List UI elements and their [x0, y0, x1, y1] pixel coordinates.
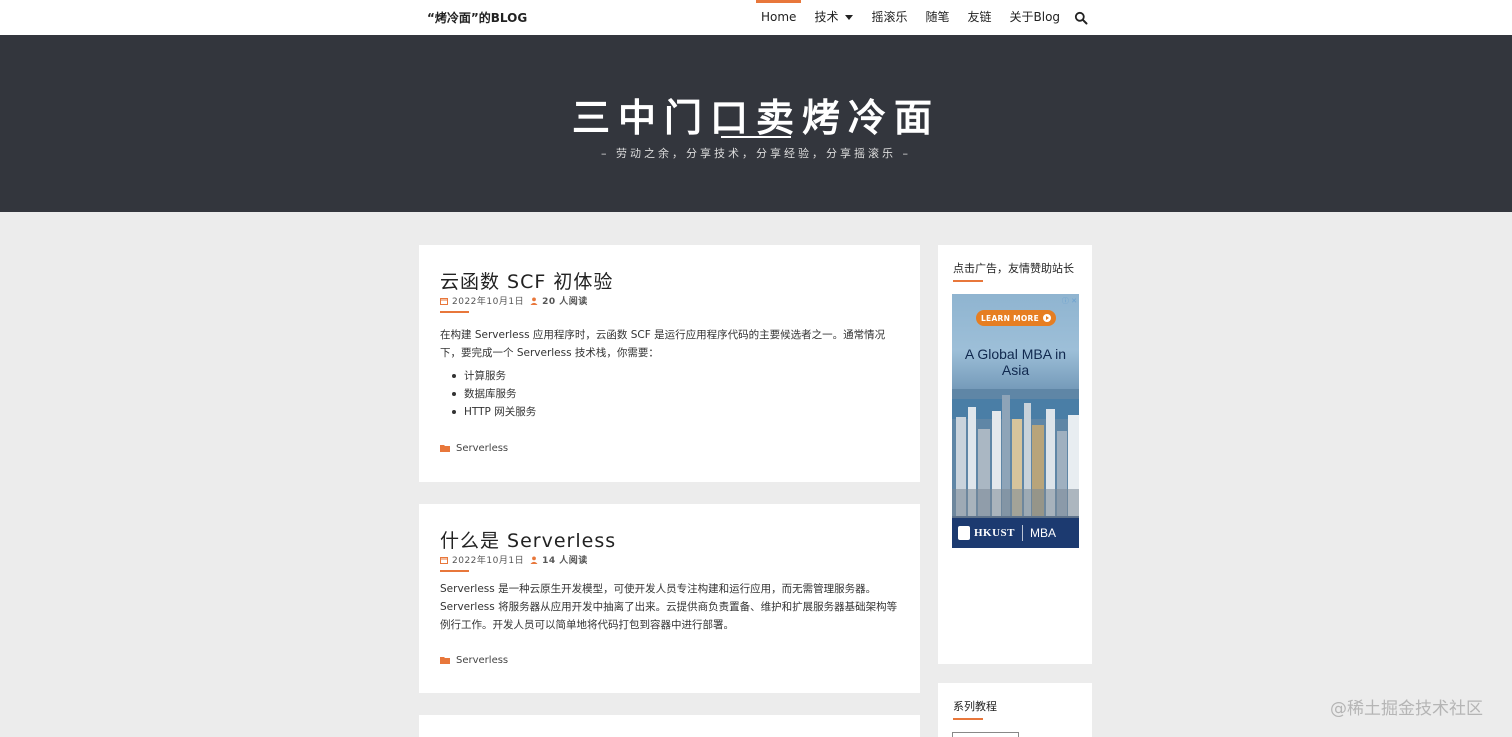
category-link[interactable]: Serverless: [456, 443, 508, 454]
ad-banner[interactable]: LEARN MORE A Global MBA in Asia ⓘ ✕ HKUS…: [952, 294, 1079, 548]
post-views: 14 人阅读: [542, 556, 588, 566]
ad-footer: HKUST MBA: [952, 518, 1079, 548]
post-views: 20 人阅读: [542, 297, 588, 307]
series-dropdown[interactable]: [952, 732, 1019, 737]
nav-item-essays[interactable]: 随笔: [916, 0, 958, 35]
folder-icon: [440, 445, 450, 452]
site-brand[interactable]: “烤冷面”的BLOG: [427, 9, 527, 26]
post-date[interactable]: 2022年10月1日: [452, 294, 524, 307]
list-item: 数据库服务: [440, 385, 536, 403]
post-card: 什么是 Serverless 2022年10月1日 14 人阅读 Serverl…: [419, 504, 920, 693]
nav-item-label: 技术: [814, 10, 839, 24]
ad-choices-icon[interactable]: ⓘ ✕: [1062, 296, 1077, 306]
ad-brand: HKUST: [974, 527, 1016, 539]
post-meta: 2022年10月1日 20 人阅读: [440, 294, 588, 307]
learn-more-label: LEARN MORE: [980, 313, 1040, 323]
caret-down-icon: [845, 15, 854, 20]
learn-more-button[interactable]: LEARN MORE: [976, 310, 1056, 326]
calendar-icon: [440, 297, 448, 305]
post-card: [419, 715, 920, 737]
top-navbar: “烤冷面”的BLOG Home 技术 摇滚乐 随笔 友链 关于Blog: [0, 0, 1512, 35]
site-tagline: – 劳动之余，分享技术，分享经验，分享摇滚乐 –: [601, 147, 911, 160]
nav-item-label: 摇滚乐: [871, 10, 908, 24]
post-excerpt-list: 计算服务 数据库服务 HTTP 网关服务: [440, 367, 536, 421]
nav-item-label: 随笔: [925, 10, 950, 24]
nav-item-label: Home: [761, 10, 797, 24]
nav-item-about[interactable]: 关于Blog: [1001, 0, 1070, 35]
divider: [1022, 525, 1024, 541]
widget-accent-bar: [953, 280, 983, 282]
widget-title: 系列教程: [953, 700, 997, 713]
post-date[interactable]: 2022年10月1日: [452, 553, 524, 566]
nav-item-label: 友链: [967, 10, 992, 24]
city-skyline-image: [952, 389, 1079, 516]
main-menu: Home 技术 摇滚乐 随笔 友链 关于Blog: [752, 0, 1069, 35]
post-category[interactable]: Serverless: [440, 443, 508, 454]
calendar-icon: [440, 556, 448, 564]
title-accent-bar: [440, 570, 469, 572]
search-icon[interactable]: [1074, 11, 1088, 25]
post-excerpt: 在构建 Serverless 应用程序时，云函数 SCF 是运行应用程序代码的主…: [440, 329, 886, 359]
user-icon: [530, 297, 538, 305]
hero-banner: 三中门口卖烤冷面 – 劳动之余，分享技术，分享经验，分享摇滚乐 –: [0, 35, 1512, 212]
folder-icon: [440, 657, 450, 664]
site-title[interactable]: 三中门口卖烤冷面: [0, 87, 1512, 142]
nav-item-label: 关于Blog: [1009, 10, 1061, 24]
widget-title: 点击广告，友情赞助站长: [953, 262, 1074, 275]
widget-accent-bar: [953, 718, 983, 720]
post-category[interactable]: Serverless: [440, 655, 508, 666]
title-underline: [721, 136, 791, 138]
post-card: 云函数 SCF 初体验 2022年10月1日 20 人阅读 在构建 Server…: [419, 245, 920, 482]
user-icon: [530, 556, 538, 564]
ad-program: MBA: [1030, 526, 1057, 540]
play-icon: [1043, 314, 1052, 322]
post-title[interactable]: 云函数 SCF 初体验: [440, 267, 613, 294]
nav-item-tech[interactable]: 技术: [805, 0, 862, 35]
list-item: HTTP 网关服务: [440, 403, 536, 421]
nav-item-rock[interactable]: 摇滚乐: [862, 0, 916, 35]
nav-item-links[interactable]: 友链: [958, 0, 1000, 35]
list-item: 计算服务: [440, 367, 536, 385]
series-widget: 系列教程: [938, 683, 1092, 737]
hkust-logo-icon: [958, 526, 970, 540]
nav-item-home[interactable]: Home: [752, 0, 805, 35]
watermark: @稀土掘金技术社区: [1330, 699, 1483, 719]
title-accent-bar: [440, 311, 469, 313]
post-excerpt: Serverless 是一种云原生开发模型，可使开发人员专注构建和运行应用，而无…: [440, 583, 898, 631]
ad-headline: A Global MBA in Asia: [964, 346, 1067, 378]
post-meta: 2022年10月1日 14 人阅读: [440, 553, 588, 566]
category-link[interactable]: Serverless: [456, 655, 508, 666]
post-title[interactable]: 什么是 Serverless: [440, 526, 616, 553]
